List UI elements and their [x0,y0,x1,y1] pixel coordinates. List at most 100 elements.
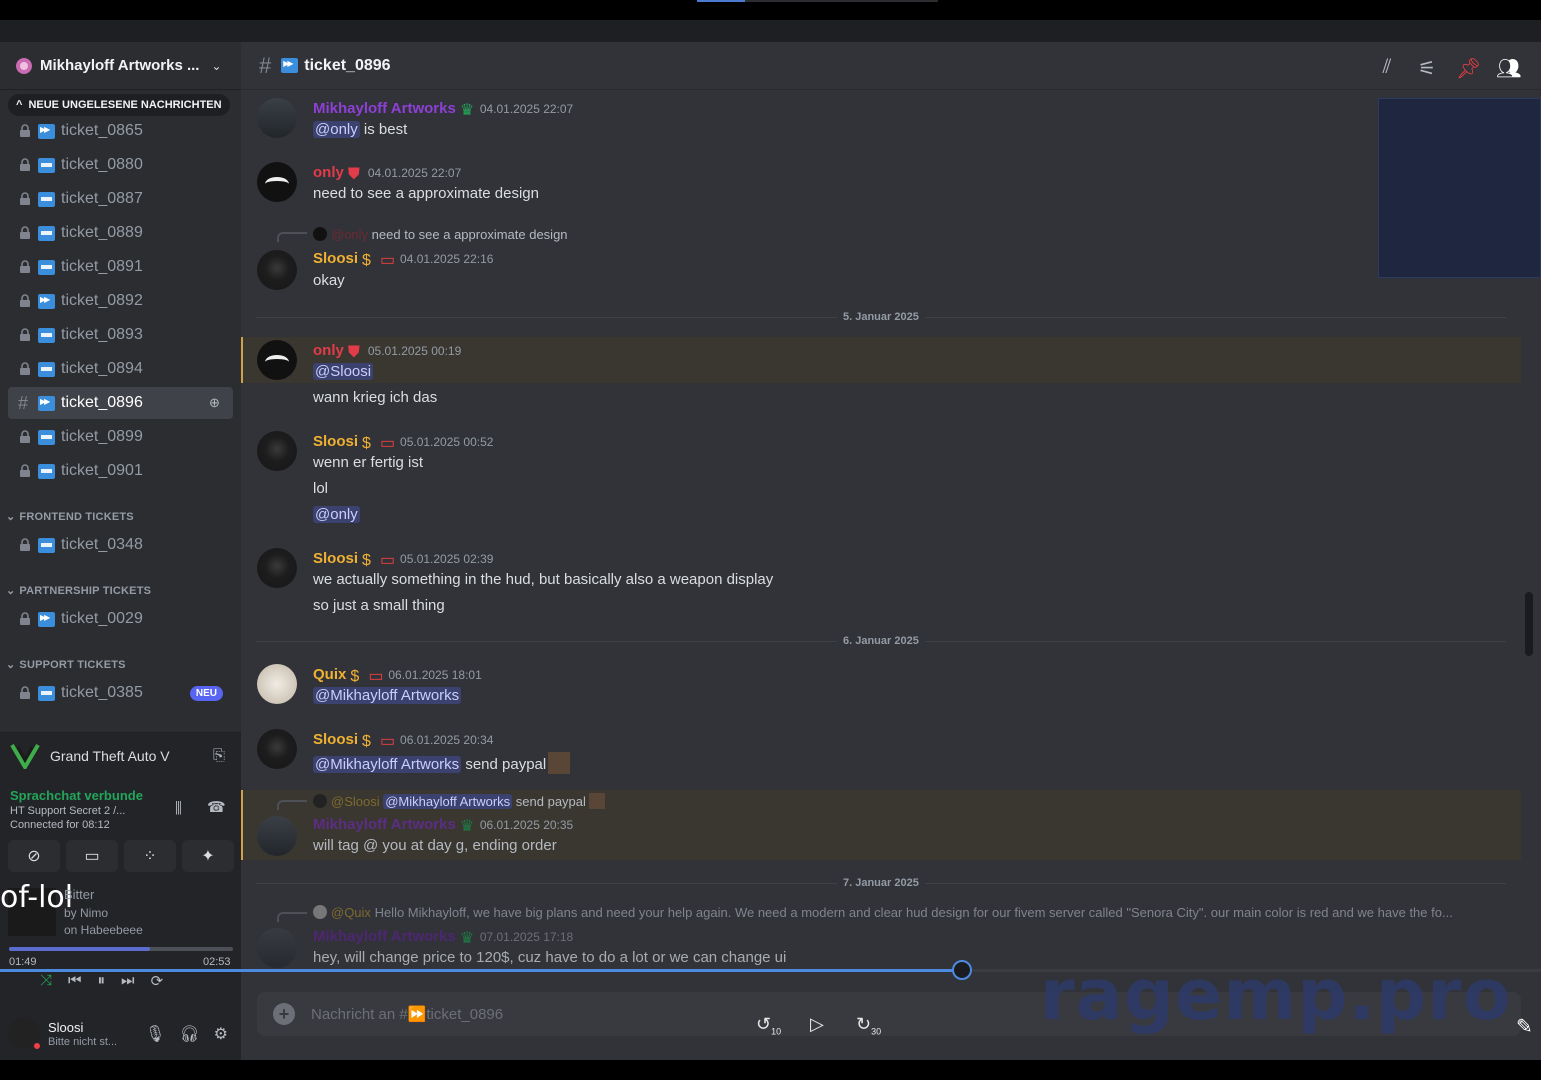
server-header[interactable]: Mikhayloff Artworks ... ⌄ [0,42,241,90]
add-attachment-icon[interactable]: + [273,1003,295,1025]
channel-item[interactable]: ticket_0029 [8,603,233,635]
pencil-icon[interactable]: ✎ [1516,1014,1533,1039]
pinned-messages-icon[interactable]: 📌︎ [1456,56,1481,80]
activities-button[interactable]: ⁘ [124,840,176,872]
mention[interactable]: @Mikhayloff Artworks [313,756,462,773]
message-author[interactable]: Mikhayloff Artworks [313,816,456,833]
emoji[interactable] [548,752,571,774]
user-avatar[interactable] [257,729,297,769]
noise-suppression-icon[interactable]: ⫼ [175,800,182,817]
chevron-down-icon: ⌄ [6,585,16,597]
next-icon[interactable]: ⏭ [121,972,135,990]
user-avatar[interactable] [257,664,297,704]
channel-item[interactable]: ticket_0880 [8,149,233,181]
reply-author[interactable]: @only [331,227,368,242]
user-avatar[interactable] [257,928,297,968]
game-activity[interactable]: Grand Theft Auto V ⎘ [0,732,241,778]
camera-off-button[interactable]: ⊘ [8,840,60,872]
reply-mention[interactable]: @Mikhayloff Artworks [383,794,513,809]
message-author[interactable]: Sloosi [313,731,358,748]
message-author[interactable]: Quix [313,666,346,683]
message-author[interactable]: only [313,342,344,359]
voice-channel-name[interactable]: HT Support Secret 2 /... [10,805,160,817]
channel-item[interactable]: ticket_0901 [8,455,233,487]
headphones-icon[interactable]: 🎧︎ [179,1024,199,1044]
soundboard-button[interactable]: ✦ [182,840,234,872]
channel-item[interactable]: ticket_0865 [8,115,233,147]
user-avatar[interactable] [257,431,297,471]
mention[interactable]: @Sloosi [313,363,374,380]
dollar-role-icon: $ [362,435,371,452]
lock-icon [18,260,32,274]
video-progress-knob[interactable] [952,960,972,980]
add-member-icon[interactable]: ⊕ [209,395,225,411]
reply-text[interactable]: send paypal [516,794,586,809]
microphone-icon[interactable]: 🎙︎ [145,1024,165,1044]
message-author[interactable]: Sloosi [313,433,358,450]
new-badge-icon [38,191,55,207]
video-preview-thumbnail[interactable] [1378,98,1541,278]
user-avatar[interactable] [8,1017,42,1051]
new-badge-icon [38,225,55,241]
voice-status[interactable]: Sprachchat verbunde [10,788,143,803]
reply-author[interactable]: @Sloosi [331,794,380,809]
screen-share-button[interactable]: ▭ [66,840,118,872]
new-badge-icon [38,361,55,377]
message-author[interactable]: Mikhayloff Artworks [313,928,456,945]
notifications-muted-icon[interactable]: ⚟ [1416,56,1438,80]
mention[interactable]: @only [313,506,360,523]
pause-icon[interactable]: ⏸ [98,972,106,990]
message-author[interactable]: only [313,164,344,181]
reply-text[interactable]: need to see a approximate design [372,227,568,242]
chevron-down-icon: ⌄ [6,659,16,671]
date-divider-label: 5. Januar 2025 [837,311,925,323]
category-support[interactable]: ⌄ SUPPORT TICKETS [6,658,126,672]
play-icon[interactable]: ▷ [810,1014,824,1035]
screen-share-icon[interactable]: ⎘ [213,747,225,764]
message-author[interactable]: Sloosi [313,250,358,267]
mention[interactable]: @Mikhayloff Artworks [313,687,462,704]
channel-item[interactable]: # ticket_0896 ⊕ [8,387,233,419]
channel-item[interactable]: ticket_0891 [8,251,233,283]
user-avatar[interactable] [257,816,297,856]
song-title[interactable]: Bitter [64,887,94,902]
reply-author[interactable]: @Quix [331,905,371,920]
channel-item[interactable]: ticket_0889 [8,217,233,249]
channel-item[interactable]: ticket_0348 [8,529,233,561]
category-frontend[interactable]: ⌄ FRONTEND TICKETS [6,510,134,524]
forward-30-icon[interactable]: ↻30 [856,1014,881,1037]
repeat-icon[interactable]: ⟳ [151,972,164,990]
channel-item[interactable]: ticket_0887 [8,183,233,215]
reply-avatar [313,794,327,808]
message-author[interactable]: Mikhayloff Artworks [313,100,456,117]
user-avatar[interactable] [257,162,297,202]
channel-item[interactable]: ticket_0385 NEU [8,677,233,709]
channel-name: ticket_0896 [61,394,143,411]
scrollbar-thumb[interactable] [1525,592,1533,656]
discord-app: Mikhayloff Artworks ... ⌄ ^ NEUE UNGELES… [0,42,1541,1060]
previous-icon[interactable]: ⏮ [68,972,82,990]
channel-name: ticket_0899 [61,428,143,445]
channel-item[interactable]: ticket_0893 [8,319,233,351]
user-avatar[interactable] [257,250,297,290]
mention[interactable]: @only [313,121,360,138]
music-progress-bar[interactable] [9,947,233,951]
threads-icon[interactable]: ⫽ [1376,56,1398,78]
channel-item[interactable]: ticket_0892 [8,285,233,317]
reply-text[interactable]: Hello Mikhayloff, we have big plans and … [375,905,1453,920]
rewind-10-icon[interactable]: ↺10 [756,1014,781,1037]
shuffle-icon[interactable]: ⤨ [40,972,52,990]
user-avatar[interactable] [257,548,297,588]
shield-role-icon: ⛊ [347,344,360,361]
channel-item[interactable]: ticket_0894 [8,353,233,385]
message-author[interactable]: Sloosi [313,550,358,567]
chevron-down-icon: ⌄ [211,58,222,73]
new-unread-messages-pill[interactable]: ^ NEUE UNGELESENE NACHRICHTEN [8,94,230,116]
member-list-icon[interactable]: 👥︎ [1496,56,1521,80]
user-avatar[interactable] [257,340,297,380]
user-avatar[interactable] [257,98,297,138]
channel-item[interactable]: ticket_0899 [8,421,233,453]
disconnect-icon[interactable]: ☎ [207,798,226,816]
settings-gear-icon[interactable]: ⚙ [214,1024,228,1044]
category-partnership[interactable]: ⌄ PARTNERSHIP TICKETS [6,584,151,598]
